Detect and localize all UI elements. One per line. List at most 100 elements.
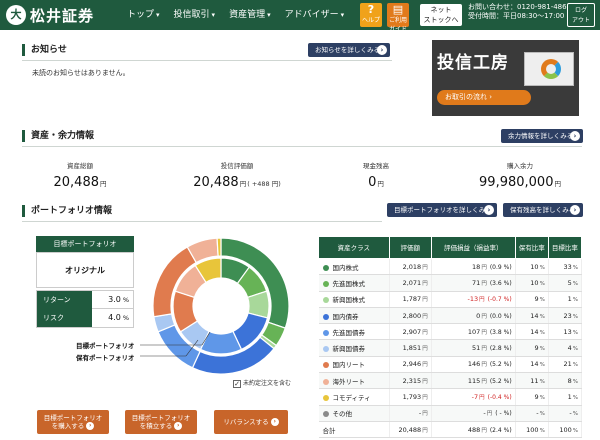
rebalance-button[interactable]: リバランスする › bbox=[214, 410, 288, 434]
cell-target-ratio: 23% bbox=[548, 307, 583, 325]
buy-target-label-line2: を購入する bbox=[51, 422, 85, 430]
asset-class-label: 先進国債券 bbox=[332, 328, 366, 337]
logout-button[interactable]: ログ アウト bbox=[567, 3, 595, 27]
cell-target-ratio: 33% bbox=[548, 258, 583, 276]
asset-fund-gain: ( +488 円) bbox=[247, 180, 281, 188]
unit-label: % bbox=[539, 378, 545, 385]
brand-logo[interactable]: 大 松井証券 bbox=[6, 4, 94, 26]
buy-target-portfolio-button[interactable]: 目標ポートフォリオ を購入する › bbox=[37, 410, 109, 434]
cell-value: 1,851円 bbox=[389, 339, 432, 357]
netstock-button[interactable]: ネット ストックへ bbox=[420, 4, 462, 26]
unit-label: 円 bbox=[479, 297, 485, 304]
cell-profit-loss: 107円 (3.8 %) bbox=[431, 323, 516, 341]
asset-total: 資産総額 20,488円 bbox=[20, 160, 140, 190]
help-button[interactable]: ? ヘルプ bbox=[360, 3, 382, 27]
cell-asset-class: 新興国株式 bbox=[318, 291, 390, 308]
cell-holding-ratio: 11% bbox=[515, 372, 549, 390]
unit-label: 円 bbox=[422, 362, 428, 369]
legend-dot-icon bbox=[322, 378, 329, 385]
profit-loss-rate: (-0.7 %) bbox=[487, 296, 512, 304]
include-unsettled-checkbox[interactable]: ✓ 未約定注文を含む bbox=[233, 378, 291, 388]
nav-fund-trade[interactable]: 投信取引 ▾ bbox=[167, 0, 223, 30]
unit-label: % bbox=[539, 427, 545, 434]
logout-label-line1: ログ bbox=[574, 7, 587, 14]
asset-buying-power-label: 購入余力 bbox=[507, 162, 533, 170]
table-row: 先進国株式 2,071円 71円 (3.6 %) 10% 5% bbox=[318, 274, 583, 292]
asset-cash-unit: 円 bbox=[377, 180, 384, 188]
unit-label: % bbox=[572, 329, 578, 336]
table-row: 海外リート 2,315円 115円 (5.2 %) 11% 8% bbox=[318, 372, 583, 390]
brand-logo-icon: 大 bbox=[6, 5, 26, 25]
cell-profit-loss: 51円 (2.8 %) bbox=[431, 339, 516, 357]
chevron-down-icon: ▾ bbox=[340, 11, 345, 19]
unit-label: % bbox=[572, 378, 578, 385]
cell-target-ratio: 1% bbox=[548, 388, 583, 406]
unit-label: % bbox=[539, 297, 545, 304]
cell-value: 1,793円 bbox=[389, 388, 432, 406]
leader-line bbox=[201, 332, 211, 346]
cell-profit-loss: -7円 (-0.4 %) bbox=[431, 388, 516, 406]
book-icon: ▤ bbox=[392, 3, 404, 16]
holdings-more-button[interactable]: 保有残高を詳しくみる › bbox=[503, 203, 583, 217]
profit-loss-rate: (2.4 %) bbox=[489, 426, 512, 434]
arrow-right-icon: › bbox=[377, 45, 387, 55]
unit-label: 円 bbox=[486, 411, 493, 418]
donut-label-holding: 保有ポートフォリオ bbox=[76, 354, 135, 362]
cell-profit-loss: 488円 (2.4 %) bbox=[431, 421, 516, 439]
table-row: 先進国債券 2,907円 107円 (3.8 %) 14% 13% bbox=[318, 323, 583, 341]
nav-advisor[interactable]: アドバイザー ▾ bbox=[278, 0, 352, 30]
nav-top[interactable]: トップ ▾ bbox=[120, 0, 167, 30]
accumulate-target-portfolio-button[interactable]: 目標ポートフォリオ を積立する › bbox=[125, 410, 197, 434]
arrow-right-icon: › bbox=[174, 422, 183, 430]
accumulate-target-label-line2: を積立する bbox=[139, 422, 173, 430]
cell-value: 2,071円 bbox=[389, 274, 432, 292]
col-asset-class: 資産クラス bbox=[318, 236, 390, 259]
target-portfolio-header: 目標ポートフォリオ bbox=[36, 236, 134, 252]
unit-label: % bbox=[539, 362, 545, 369]
return-row: リターン 3.0% bbox=[36, 290, 134, 309]
cell-asset-class: 国内リート bbox=[318, 356, 390, 374]
unit-label: 円 bbox=[479, 395, 485, 402]
assets-more-button[interactable]: 余力情報を詳しくみる › bbox=[501, 129, 583, 143]
banner-title: 投信工房 bbox=[437, 53, 509, 73]
cell-value: 2,018円 bbox=[389, 258, 432, 276]
profit-loss-rate: (2.8 %) bbox=[489, 345, 512, 353]
unit-label: 円 bbox=[422, 297, 428, 304]
asset-buying-power: 購入余力 99,980,000円 bbox=[460, 160, 580, 190]
asset-class-table: 資産クラス 評価額 評価損益（損益率） 保有比率 目標比率 国内株式 2,018円… bbox=[318, 236, 583, 439]
profit-loss-rate: (5.2 %) bbox=[489, 361, 512, 369]
table-body: 国内株式 2,018円 18円 (0.9 %) 10% 33% 先進国株式 2,071円 71円… bbox=[318, 258, 583, 439]
risk-label: リスク bbox=[37, 309, 92, 327]
unit-label: % bbox=[572, 297, 578, 304]
brand-logo-text: 松井証券 bbox=[30, 6, 95, 25]
guide-button[interactable]: ▤ ご利用 ガイド bbox=[387, 3, 409, 33]
table-row: その他 -円 -円( - %) -% -% bbox=[318, 405, 583, 422]
col-target-ratio: 目標比率 bbox=[547, 236, 583, 259]
risk-value: 4.0 bbox=[108, 313, 121, 322]
cell-profit-loss: -円( - %) bbox=[431, 405, 516, 422]
unit-label: 円 bbox=[481, 427, 487, 434]
divider bbox=[22, 60, 392, 61]
table-row: 国内株式 2,018円 18円 (0.9 %) 10% 33% bbox=[318, 258, 583, 276]
notice-more-button[interactable]: お知らせを詳しくみる › bbox=[308, 43, 390, 57]
cell-asset-class: 新興国債券 bbox=[318, 339, 390, 357]
asset-total-label: 資産総額 bbox=[67, 162, 93, 170]
cell-target-ratio: -% bbox=[548, 405, 583, 422]
toushin-koubou-banner[interactable]: 投信工房 お取引の流れ › bbox=[432, 40, 579, 116]
cell-profit-loss: 146円 (5.2 %) bbox=[431, 356, 516, 374]
main-nav: トップ ▾ 投信取引 ▾ 資産管理 ▾ アドバイザー ▾ bbox=[120, 0, 351, 30]
divider bbox=[22, 146, 582, 147]
unit-label: % bbox=[572, 362, 578, 369]
cell-profit-loss: 0円 (0.0 %) bbox=[431, 307, 516, 325]
cell-holding-ratio: -% bbox=[515, 405, 549, 422]
nav-asset-management[interactable]: 資産管理 ▾ bbox=[222, 0, 278, 30]
unit-label: 円 bbox=[422, 378, 428, 385]
nav-top-label: トップ bbox=[127, 10, 155, 20]
goal-portfolio-more-button[interactable]: 目標ポートフォリオを詳しくみる › bbox=[387, 203, 497, 217]
asset-class-label: 先進国株式 bbox=[332, 279, 366, 288]
contact-phone: お問い合わせ：0120-981-486 bbox=[468, 3, 567, 11]
banner-cta-button[interactable]: お取引の流れ › bbox=[437, 90, 531, 105]
cell-profit-loss: 115円 (5.2 %) bbox=[431, 372, 516, 390]
page-root: 大 松井証券 トップ ▾ 投信取引 ▾ 資産管理 ▾ アドバイザー ▾ ? ヘルプ ▤ … bbox=[0, 0, 600, 440]
unit-label: % bbox=[572, 395, 578, 402]
